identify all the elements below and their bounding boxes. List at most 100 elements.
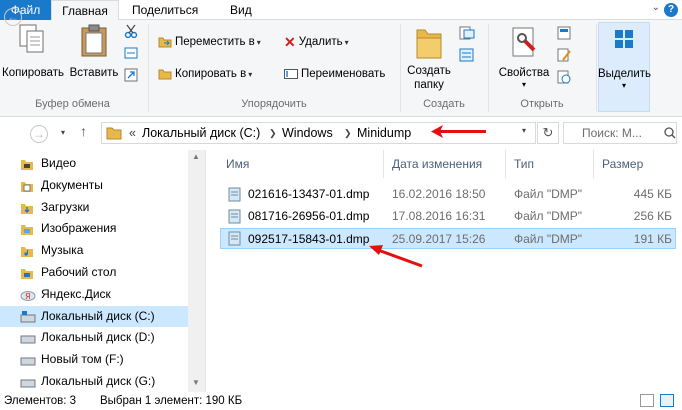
system-drive-icon <box>20 310 36 323</box>
tab-share[interactable]: Поделиться <box>122 0 208 20</box>
forward-arrow-icon[interactable]: → <box>30 125 48 143</box>
breadcrumb-drive[interactable]: Локальный диск (C:) <box>142 123 260 143</box>
select-label: Выделить <box>598 68 652 80</box>
item-count: Элементов: 3 <box>4 395 77 407</box>
file-type: Файл "DMP" <box>514 187 583 201</box>
dropdown-arrow-icon: ▾ <box>248 70 253 79</box>
easy-access-icon[interactable] <box>459 48 475 62</box>
table-row[interactable]: 021616-13437-01.dmp 16.02.2016 18:50 Фай… <box>220 184 676 205</box>
copy-to-button[interactable]: Копировать в ▾ <box>158 64 252 84</box>
nav-item-video[interactable]: Видео <box>0 153 198 175</box>
nav-item-drive-f[interactable]: Новый том (F:) <box>0 349 198 371</box>
ribbon-tab-bar: Файл Главная Поделиться Вид ⌄ ? <box>0 0 682 21</box>
nav-label: Документы <box>41 177 103 192</box>
cut-icon[interactable] <box>124 24 138 38</box>
properties-button[interactable]: Свойства ▾ <box>494 22 554 94</box>
large-icons-view-icon[interactable] <box>660 394 674 407</box>
breadcrumb-minidump[interactable]: Minidump <box>357 123 411 143</box>
dmp-file-icon <box>228 187 241 202</box>
table-row-selected[interactable]: 092517-15843-01.dmp 25.09.2017 15:26 Фай… <box>220 228 676 249</box>
breadcrumb-separator-icon[interactable]: ❯ <box>344 123 352 143</box>
delete-button[interactable]: ✕ Удалить ▾ <box>284 32 349 52</box>
nav-label: Новый том (F:) <box>41 352 124 367</box>
new-folder-icon <box>416 29 442 59</box>
dmp-file-icon <box>228 231 241 246</box>
navigation-pane: Видео Документы Загрузки Изображения Муз… <box>0 150 206 392</box>
breadcrumb-windows[interactable]: Windows <box>282 123 333 143</box>
paste-shortcut-icon[interactable] <box>124 68 138 82</box>
copy-icon <box>19 24 44 53</box>
dmp-file-icon <box>228 209 241 224</box>
help-icon[interactable]: ? <box>664 3 678 17</box>
address-history-chevron-icon[interactable]: ▾ <box>522 126 526 135</box>
rename-button[interactable]: Переименовать <box>284 64 385 84</box>
documents-folder-icon <box>21 181 33 192</box>
nav-label: Изображения <box>41 221 117 236</box>
music-folder-icon <box>21 247 33 258</box>
file-size: 445 КБ <box>633 187 672 201</box>
organize-group-label: Упорядочить <box>241 98 307 110</box>
breadcrumb-separator-icon[interactable]: ❯ <box>269 123 277 143</box>
column-header-type[interactable]: Тип <box>506 150 594 178</box>
file-size: 191 КБ <box>633 232 672 246</box>
nav-item-drive-d[interactable]: Локальный диск (D:) <box>0 327 198 349</box>
group-separator <box>400 24 401 112</box>
nav-label: Локальный диск (D:) <box>41 330 155 345</box>
back-arrow-icon[interactable]: ← <box>4 8 22 26</box>
new-item-icon[interactable] <box>459 26 475 40</box>
nav-item-desktop[interactable]: Рабочий стол <box>0 262 198 284</box>
dropdown-arrow-icon: ▾ <box>256 38 261 47</box>
copy-button[interactable]: Копировать <box>0 22 66 82</box>
nav-item-drive-g[interactable]: Локальный диск (G:) <box>0 371 198 392</box>
nav-item-pictures[interactable]: Изображения <box>0 218 198 240</box>
annotation-arrow <box>369 245 423 268</box>
annotation-arrowhead-icon <box>431 125 443 138</box>
column-header-date[interactable]: Дата изменения <box>384 150 506 178</box>
copy-label: Копировать <box>2 67 64 79</box>
nav-item-drive-c[interactable]: Локальный диск (C:) <box>0 305 198 328</box>
paste-button[interactable]: Вставить <box>66 22 122 82</box>
file-name: 081716-26956-01.dmp <box>248 209 370 223</box>
history-icon[interactable] <box>557 70 571 84</box>
nav-label: Загрузки <box>41 199 90 214</box>
nav-item-yandex-disk[interactable]: Я Яндекс.Диск <box>0 284 198 306</box>
open-icon[interactable] <box>557 26 571 40</box>
tab-view[interactable]: Вид <box>220 0 262 20</box>
file-date: 16.02.2016 18:50 <box>392 187 486 201</box>
new-folder-label-line2: папку <box>414 79 444 91</box>
search-input[interactable]: Поиск: М... <box>563 122 677 144</box>
rename-icon <box>284 68 298 79</box>
select-button[interactable]: Выделить ▾ <box>598 22 652 112</box>
table-row[interactable]: 081716-26956-01.dmp 17.08.2016 16:31 Фай… <box>220 206 676 227</box>
ribbon: Копировать Вставить Буфер обмена Перемес… <box>0 20 682 117</box>
details-view-icon[interactable] <box>640 394 654 407</box>
refresh-icon[interactable]: ↻ <box>537 122 559 144</box>
status-bar: Элементов: 3 Выбран 1 элемент: 190 КБ <box>0 392 682 410</box>
nav-item-music[interactable]: Музыка <box>0 240 198 262</box>
nav-label: Музыка <box>41 243 84 258</box>
new-folder-button[interactable]: Создать папку <box>403 22 455 94</box>
file-name: 092517-15843-01.dmp <box>248 232 370 246</box>
edit-icon[interactable] <box>557 48 571 62</box>
recent-locations-chevron-icon[interactable]: ▾ <box>61 128 65 137</box>
address-bar[interactable]: « Локальный диск (C:) ❯ Windows ❯ Minidu… <box>101 122 536 144</box>
column-header-size[interactable]: Размер <box>594 150 676 178</box>
nav-item-downloads[interactable]: Загрузки <box>0 197 198 219</box>
address-overflow[interactable]: « <box>129 123 136 143</box>
copy-path-icon[interactable] <box>124 47 138 59</box>
pictures-folder-icon <box>21 225 33 236</box>
tab-home[interactable]: Главная <box>51 0 119 21</box>
nav-label: Яндекс.Диск <box>41 286 111 301</box>
nav-item-documents[interactable]: Документы <box>0 175 198 197</box>
nav-label: Рабочий стол <box>41 265 117 279</box>
column-header-name[interactable]: Имя <box>218 150 384 178</box>
group-separator <box>148 24 149 112</box>
scroll-down-icon[interactable]: ▼ <box>192 378 200 387</box>
nav-pane-scrollbar[interactable]: ▲ ▼ <box>188 150 205 392</box>
dropdown-arrow-icon: ▾ <box>344 38 349 48</box>
collapse-ribbon-icon[interactable]: ⌄ <box>652 2 660 13</box>
up-arrow-icon[interactable]: ↑ <box>80 123 87 139</box>
scroll-up-icon[interactable]: ▲ <box>192 152 200 161</box>
drive-icon <box>20 335 36 344</box>
move-to-button[interactable]: Переместить в ▾ <box>158 32 261 52</box>
